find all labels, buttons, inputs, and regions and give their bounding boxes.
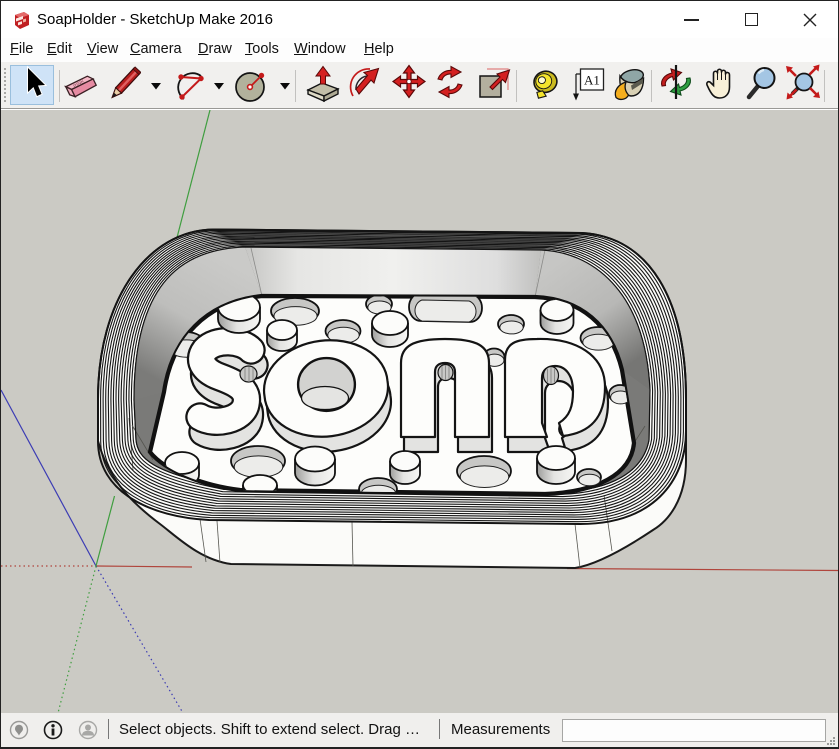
svg-text:A1: A1 [584, 73, 600, 88]
